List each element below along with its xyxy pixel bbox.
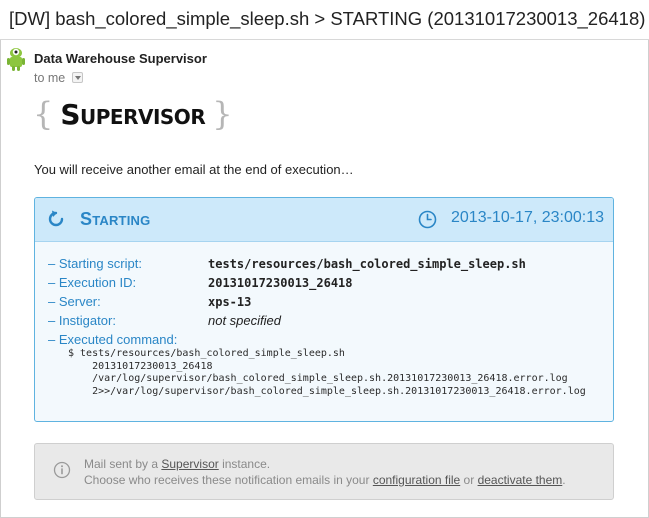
footer-text: or (460, 473, 478, 487)
info-icon (53, 461, 71, 479)
intro-text: You will receive another email at the en… (34, 162, 354, 177)
subject-bar: [DW] bash_colored_simple_sleep.sh > STAR… (0, 0, 649, 40)
recipient-label: to me (34, 71, 66, 85)
status-label: Starting (80, 209, 151, 229)
command-line: 2>>/var/log/supervisor/bash_colored_simp… (68, 385, 586, 397)
clock-icon (418, 210, 437, 229)
command-line: /var/log/supervisor/bash_colored_simple_… (68, 373, 568, 384)
field-value-instigator: not specified (208, 313, 281, 328)
restart-icon (48, 210, 64, 227)
field-value-execution-id: 20131017230013_26418 (208, 276, 353, 290)
field-label-execution-id: – Execution ID: (48, 275, 137, 290)
field-label-server: – Server: (48, 294, 101, 309)
executed-command: $ tests/resources/bash_colored_simple_sl… (68, 348, 586, 398)
command-line: $ tests/resources/bash_colored_simple_sl… (68, 348, 345, 359)
supervisor-logo: { Supervisor } (33, 96, 233, 132)
logo-brace-open: { (33, 95, 54, 133)
field-value-script: tests/resources/bash_colored_simple_slee… (208, 257, 526, 271)
logo-word: Supervisor (60, 97, 206, 131)
footer-text: Mail sent by a (84, 457, 162, 471)
field-value-server: xps-13 (208, 295, 252, 309)
field-label-script: – Starting script: (48, 256, 142, 271)
deactivate-link[interactable]: deactivate them (478, 473, 563, 487)
footer-text: . (562, 473, 566, 487)
footer-line-1: Mail sent by a Supervisor instance. (84, 457, 270, 471)
field-label-instigator: – Instigator: (48, 313, 116, 328)
field-label-command: – Executed command: (48, 332, 178, 347)
status-card-header: Starting 2013-10-17, 23:00:13 (35, 198, 613, 242)
recipient-details-dropdown[interactable] (72, 72, 83, 83)
supervisor-link[interactable]: Supervisor (161, 457, 218, 471)
footer-text: Choose who receives these notification e… (84, 473, 373, 487)
footer-line-2: Choose who receives these notification e… (84, 473, 566, 487)
android-robot-icon (7, 48, 25, 71)
start-datetime: 2013-10-17, 23:00:13 (451, 209, 605, 226)
logo-brace-close: } (212, 95, 233, 133)
mail-footer: Mail sent by a Supervisor instance. Choo… (34, 443, 614, 500)
configuration-file-link[interactable]: configuration file (373, 473, 460, 487)
sender-name[interactable]: Data Warehouse Supervisor (34, 51, 207, 66)
email-subject: [DW] bash_colored_simple_sleep.sh > STAR… (9, 8, 646, 29)
command-line: 20131017230013_26418 (68, 360, 213, 372)
status-card: Starting 2013-10-17, 23:00:13 – Starting… (34, 197, 614, 422)
footer-text: instance. (218, 457, 271, 471)
